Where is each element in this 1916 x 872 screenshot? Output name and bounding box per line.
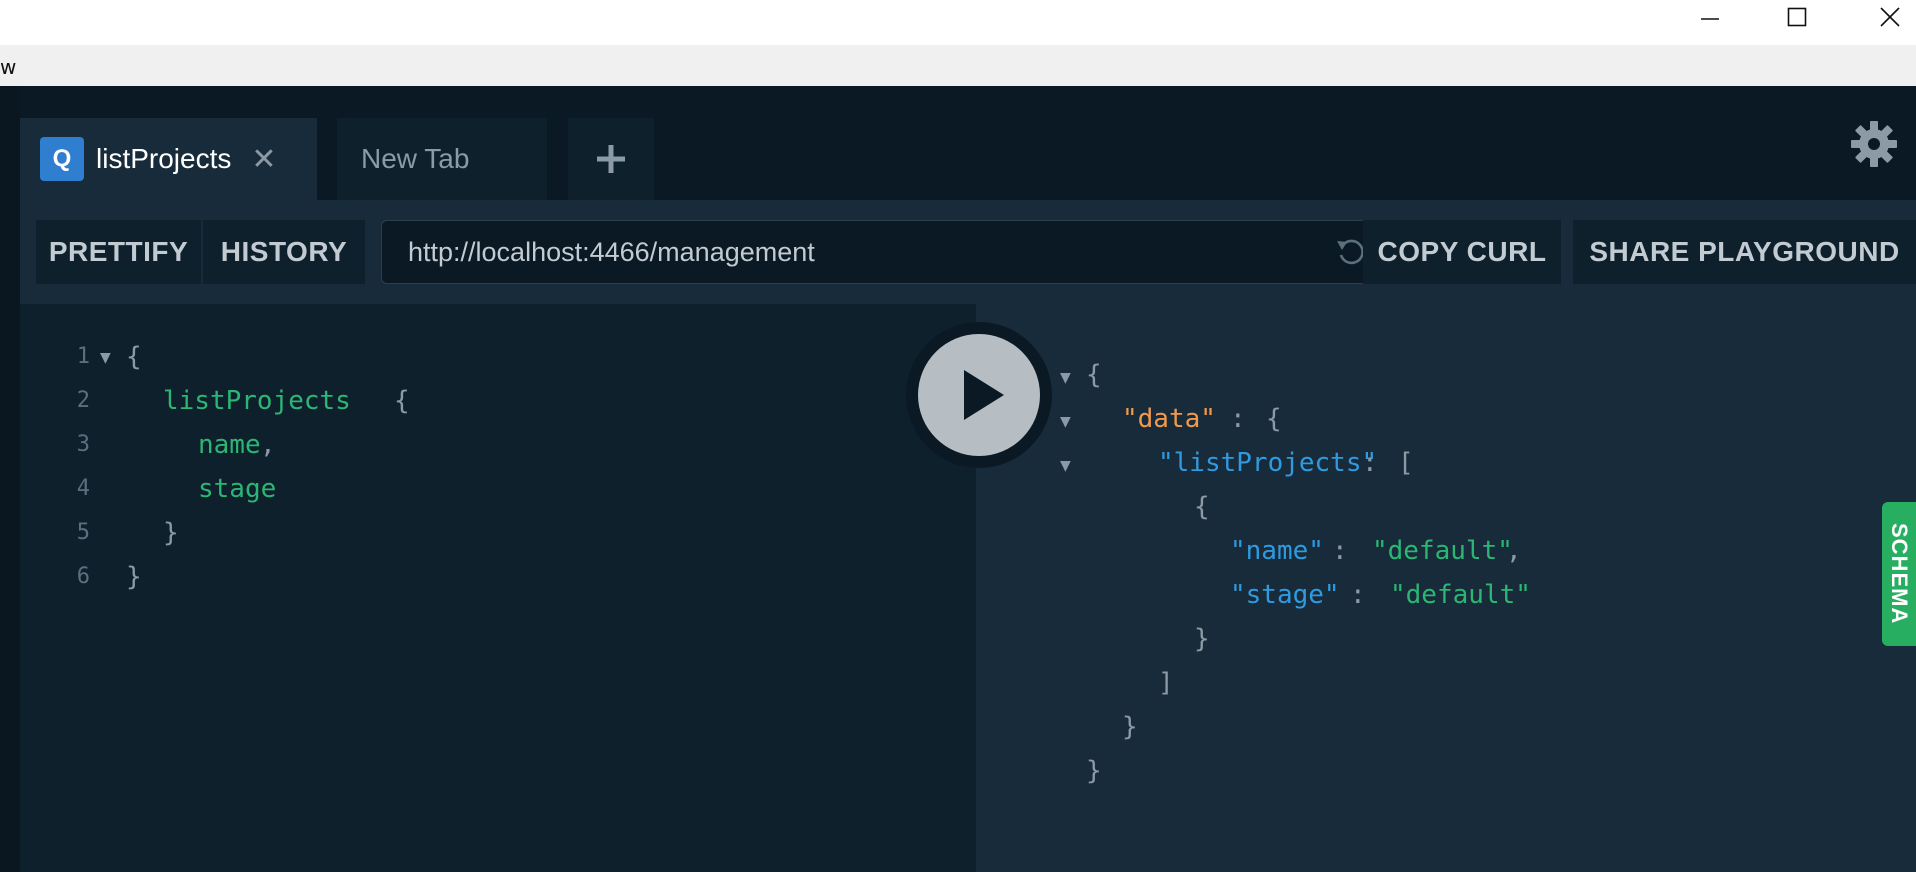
playground-app: Q listProjects ✕ New Tab PRETTIFY HISTOR… xyxy=(0,86,1916,872)
tab-listprojects[interactable]: Q listProjects ✕ xyxy=(20,118,317,200)
json-token: : xyxy=(1230,404,1246,434)
line-number: 5 xyxy=(76,520,90,545)
share-playground-button[interactable]: SHARE PLAYGROUND xyxy=(1573,220,1916,284)
maximize-button[interactable] xyxy=(1767,0,1827,34)
json-token: : xyxy=(1362,448,1378,478)
line-number: 1 xyxy=(76,344,90,369)
json-token: , xyxy=(1506,536,1522,566)
query-token: } xyxy=(163,518,179,548)
add-tab-button[interactable] xyxy=(568,118,654,200)
json-token: : xyxy=(1350,580,1366,610)
json-token: { xyxy=(1266,404,1282,434)
play-button-face[interactable] xyxy=(918,334,1040,456)
window-titlebar xyxy=(0,0,1916,45)
toolbar: PRETTIFY HISTORY COPY CURL SHARE PLAYGRO… xyxy=(20,200,1916,304)
endpoint-url-input[interactable] xyxy=(406,235,1310,269)
query-token: , xyxy=(260,430,276,460)
json-token: ] xyxy=(1158,668,1174,698)
query-field-stage: stage xyxy=(198,474,277,504)
json-token: : xyxy=(1332,536,1348,566)
tab-close-icon[interactable]: ✕ xyxy=(251,142,276,177)
json-token: [ xyxy=(1398,448,1414,478)
play-icon xyxy=(964,370,1004,420)
query-editor[interactable]: 1 2 3 4 5 6 ▼ { listProjects { name , st… xyxy=(20,304,976,872)
query-badge: Q xyxy=(40,137,84,181)
query-token: { xyxy=(126,342,142,372)
query-field-name: name xyxy=(198,430,261,460)
plus-icon xyxy=(597,145,625,173)
menu-bar: w xyxy=(0,45,1916,86)
json-token: { xyxy=(1086,360,1102,390)
tab-label: listProjects xyxy=(96,143,232,174)
fold-arrow-icon[interactable]: ▼ xyxy=(1060,458,1071,474)
endpoint-url-field[interactable] xyxy=(381,220,1381,284)
query-field-listprojects: listProjects xyxy=(163,386,351,416)
execute-query-button[interactable] xyxy=(906,322,1052,468)
line-number: 2 xyxy=(76,388,90,413)
json-token: } xyxy=(1086,756,1102,786)
tab-new-tab[interactable]: New Tab xyxy=(337,118,547,200)
copy-curl-button[interactable]: COPY CURL xyxy=(1363,220,1561,284)
close-icon xyxy=(1880,7,1900,27)
menu-item-view[interactable]: w xyxy=(0,55,16,79)
prettify-button[interactable]: PRETTIFY xyxy=(36,220,201,284)
maximize-icon xyxy=(1787,7,1807,27)
minimize-icon xyxy=(1701,18,1719,20)
json-token: } xyxy=(1194,624,1210,654)
json-key-stage: "stage" xyxy=(1230,580,1340,610)
history-button[interactable]: HISTORY xyxy=(203,220,365,284)
fold-arrow-icon[interactable]: ▼ xyxy=(1060,414,1071,430)
json-key-listprojects: "listProjects" xyxy=(1158,448,1378,478)
json-key-data: "data" xyxy=(1122,404,1216,434)
tab-label: New Tab xyxy=(361,143,470,174)
line-number: 6 xyxy=(76,564,90,589)
query-token: { xyxy=(394,386,410,416)
query-token: } xyxy=(126,562,142,592)
tab-bar: Q listProjects ✕ New Tab xyxy=(20,86,1916,200)
json-token: } xyxy=(1122,712,1138,742)
schema-tab[interactable]: SCHEMA xyxy=(1882,502,1916,646)
close-window-button[interactable] xyxy=(1860,0,1916,34)
result-viewer: ▼ ▼ ▼ { "data" : { "listProjects" : [ { … xyxy=(976,304,1916,872)
json-token: { xyxy=(1194,492,1210,522)
json-value-stage: "default" xyxy=(1390,580,1531,610)
json-value-name: "default" xyxy=(1372,536,1513,566)
line-number: 4 xyxy=(76,476,90,501)
left-edge xyxy=(0,86,20,872)
fold-arrow-icon[interactable]: ▼ xyxy=(100,350,111,366)
settings-gear-icon[interactable] xyxy=(1850,120,1898,168)
line-number: 3 xyxy=(76,432,90,457)
fold-arrow-icon[interactable]: ▼ xyxy=(1060,370,1071,386)
json-key-name: "name" xyxy=(1230,536,1324,566)
minimize-button[interactable] xyxy=(1680,0,1740,34)
